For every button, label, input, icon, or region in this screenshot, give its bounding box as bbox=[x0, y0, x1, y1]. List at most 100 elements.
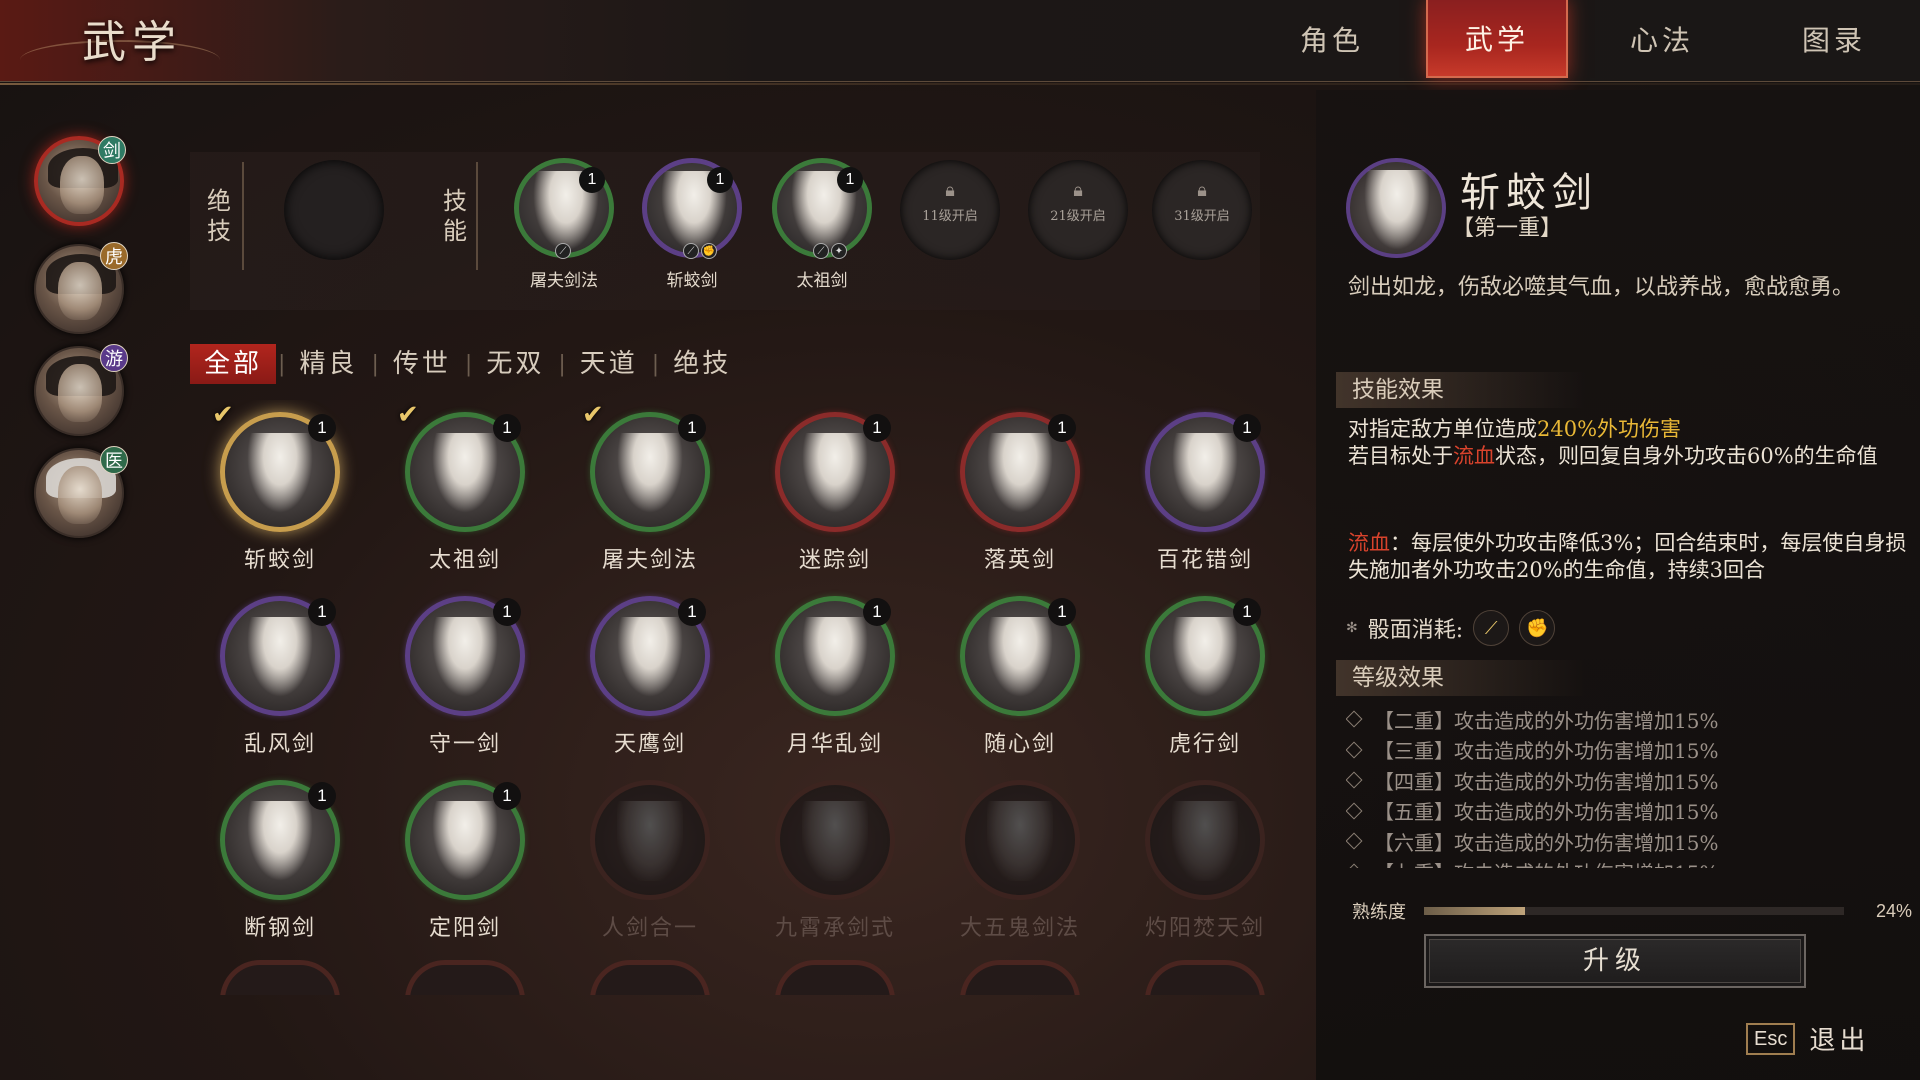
exit-label[interactable]: 退出 bbox=[1809, 1020, 1869, 1057]
selected-skill-tier: 【第一重】 bbox=[1452, 216, 1563, 241]
skill-card[interactable]: 1 迷踪剑 bbox=[745, 400, 905, 573]
page-title: 武学 bbox=[82, 17, 182, 68]
skill-card[interactable]: ✔ 1 屠夫剑法 bbox=[560, 400, 720, 573]
skill-card[interactable]: 1 落英剑 bbox=[930, 400, 1090, 573]
ultimate-slot[interactable] bbox=[284, 160, 384, 260]
effect-line-2: 若目标处于流血状态，则回复自身外功攻击60%的生命值 bbox=[1348, 443, 1908, 470]
swordsman-figure bbox=[987, 801, 1053, 881]
effect-line-2-post: 状态，则回复自身外功攻击60%的生命值 bbox=[1495, 444, 1878, 468]
filter-ultimate[interactable]: 绝技 bbox=[661, 344, 743, 384]
character-portrait-healer[interactable]: 医 bbox=[34, 446, 128, 538]
top-bar: 武学 角色 武学 心法 图录 bbox=[0, 0, 1920, 85]
selected-skill-icon bbox=[1346, 158, 1446, 258]
filter-divider: | bbox=[651, 351, 660, 377]
flame-icon: ✦ bbox=[831, 243, 847, 259]
skill-name: 天鹰剑 bbox=[613, 732, 686, 757]
equipped-skill-3[interactable]: 1 ⟋ ✦ 太祖剑 bbox=[772, 158, 872, 298]
skill-name: 灼阳焚天剑 bbox=[1144, 916, 1265, 941]
skill-card[interactable]: 灼阳焚天剑 bbox=[1115, 768, 1275, 941]
skill-card[interactable]: 1 守一剑 bbox=[375, 584, 535, 757]
locked-slot-3: 🔒︎ 31级开启 bbox=[1152, 160, 1252, 260]
skill-card[interactable]: 人剑合一 bbox=[560, 768, 720, 941]
skill-level-badge: 1 bbox=[308, 414, 336, 442]
skill-card[interactable]: 1 百花错剑 bbox=[1115, 400, 1275, 573]
portrait-face bbox=[58, 466, 102, 524]
skill-icon: 1 ⟋ ✦ bbox=[772, 158, 872, 259]
filter-peerless[interactable]: 无双 bbox=[474, 344, 556, 384]
skill-level-badge: 1 bbox=[308, 598, 336, 626]
fist-icon: ✊ bbox=[701, 243, 717, 259]
class-badge-wanderer: 游 bbox=[100, 344, 128, 372]
level-effect-row: 【四重】攻击造成的外功伤害增加15% bbox=[1346, 765, 1906, 796]
skill-icon: 1 ⟋ ✊ bbox=[642, 158, 742, 259]
skill-card[interactable]: 大五鬼剑法 bbox=[930, 768, 1090, 941]
skill-card[interactable]: 1 天鹰剑 bbox=[560, 584, 720, 757]
skill-card[interactable]: ✔ 1 斩蛟剑 bbox=[190, 400, 350, 573]
proficiency-fill bbox=[1424, 907, 1525, 915]
portrait-face bbox=[58, 262, 102, 320]
swordsman-figure bbox=[617, 617, 683, 697]
skill-card[interactable]: 1 月华乱剑 bbox=[745, 584, 905, 757]
locked-slot-1: 🔒︎ 11级开启 bbox=[900, 160, 1000, 260]
skill-name: 九霄承剑式 bbox=[774, 916, 895, 941]
level-effect-text: 【二重】攻击造成的外功伤害增加15% bbox=[1374, 708, 1719, 733]
bleed-highlight: 流血 bbox=[1453, 444, 1495, 468]
gear-icon: ✻ bbox=[1346, 620, 1358, 636]
filter-divider: | bbox=[558, 351, 566, 377]
skill-level-badge: 1 bbox=[493, 414, 521, 442]
sword-icon: ⟋ bbox=[555, 243, 571, 259]
ultimate-label: 绝技 bbox=[207, 187, 231, 245]
equipped-check-icon: ✔ bbox=[212, 400, 234, 430]
equipped-skill-1[interactable]: 1 ⟋ 屠夫剑法 bbox=[514, 158, 614, 298]
skill-card[interactable]: 九霄承剑式 bbox=[745, 768, 905, 941]
lock-icon: 🔒︎ bbox=[1197, 180, 1207, 201]
tab-mind-method[interactable]: 心法 bbox=[1576, 0, 1748, 78]
skill-name: 落英剑 bbox=[983, 548, 1056, 573]
swordsman-figure bbox=[432, 801, 498, 881]
esc-key[interactable]: Esc bbox=[1746, 1022, 1796, 1055]
character-portrait-tiger[interactable]: 虎 bbox=[34, 242, 128, 334]
proficiency-bar bbox=[1424, 907, 1844, 915]
skill-card[interactable]: 1 断钢剑 bbox=[190, 768, 350, 941]
skill-card[interactable]: 1 定阳剑 bbox=[375, 768, 535, 941]
skills-label: 技能 bbox=[443, 187, 467, 245]
character-portrait-wanderer[interactable]: 游 bbox=[34, 344, 128, 436]
filter-fine[interactable]: 精良 bbox=[287, 344, 369, 384]
skill-card[interactable]: ✔ 1 太祖剑 bbox=[375, 400, 535, 573]
filter-heirloom[interactable]: 传世 bbox=[381, 344, 463, 384]
skill-card-partial bbox=[775, 960, 895, 995]
exit-control[interactable]: Esc 退出 bbox=[1746, 1020, 1869, 1057]
effect-line-2-text: 若目标处于 bbox=[1348, 444, 1453, 468]
sword-icon: ⟋ bbox=[1473, 610, 1510, 646]
equipped-skill-2[interactable]: 1 ⟋ ✊ 斩蛟剑 bbox=[642, 158, 742, 298]
tab-role[interactable]: 角色 bbox=[1246, 0, 1418, 78]
class-badge-tiger: 虎 bbox=[100, 242, 128, 270]
upgrade-button[interactable]: 升级 bbox=[1424, 934, 1806, 988]
level-section-title: 等级效果 bbox=[1336, 660, 1586, 696]
swordsman-figure bbox=[617, 433, 683, 513]
skill-card[interactable]: 1 随心剑 bbox=[930, 584, 1090, 757]
skill-card-partial bbox=[590, 960, 710, 995]
cost-icons: ⟋ ✦ bbox=[813, 243, 847, 259]
tab-martial-arts[interactable]: 武学 bbox=[1426, 0, 1568, 78]
diamond-icon bbox=[1346, 863, 1363, 868]
divider bbox=[476, 162, 478, 270]
skill-name: 斩蛟剑 bbox=[243, 548, 316, 573]
skill-card-partial bbox=[960, 960, 1080, 995]
filter-all[interactable]: 全部 bbox=[190, 344, 277, 384]
cost-icons: ⟋ ✊ bbox=[683, 243, 717, 259]
swordsman-figure bbox=[247, 801, 313, 881]
skill-icon bbox=[1145, 780, 1265, 900]
swordsman-figure bbox=[617, 801, 683, 881]
skill-card[interactable]: 1 虎行剑 bbox=[1115, 584, 1275, 757]
skill-card[interactable]: 1 乱风剑 bbox=[190, 584, 350, 757]
skill-level-badge: 1 bbox=[1233, 598, 1261, 626]
swordsman-figure bbox=[1172, 433, 1238, 513]
dice-cost: ✻ 骰面消耗: ⟋ ✊ bbox=[1346, 610, 1556, 646]
character-portrait-sword[interactable]: 剑 bbox=[34, 136, 126, 226]
tab-catalog[interactable]: 图录 bbox=[1748, 0, 1920, 78]
filter-heavenly[interactable]: 天道 bbox=[568, 344, 650, 384]
level-effect-row: 【七重】攻击造成的外功伤害增加15% bbox=[1346, 857, 1906, 868]
effect-section-title: 技能效果 bbox=[1336, 372, 1586, 408]
unlock-level-text: 11级开启 bbox=[922, 209, 978, 224]
